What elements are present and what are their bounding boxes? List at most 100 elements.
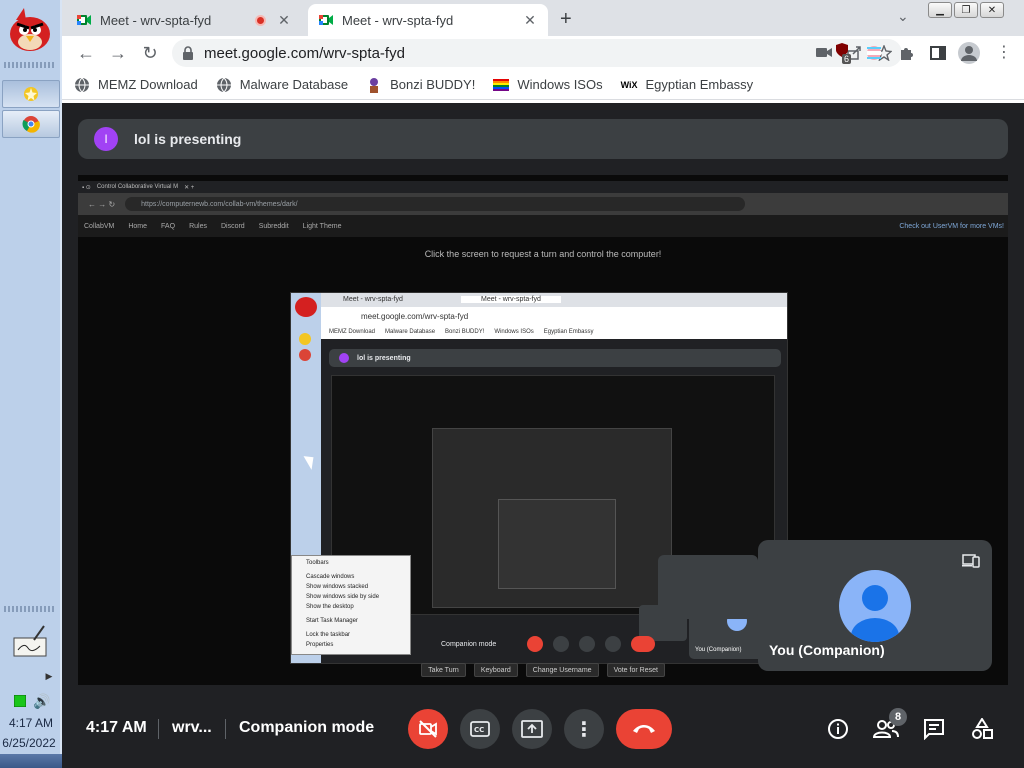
tray-expand-arrow[interactable]: ▶ — [44, 670, 54, 682]
vm-tab-2: Meet - wrv-spta-fyd — [461, 296, 561, 303]
keyboard-button: Keyboard — [473, 663, 518, 677]
activities-button[interactable] — [962, 709, 1002, 749]
hang-up-icon — [633, 725, 655, 733]
meeting-time: 4:17 AM — [86, 719, 147, 736]
vm-bookmark: MEMZ Download — [329, 329, 376, 335]
shared-address-bar: ← → ↻ https://computernewb.com/collab-vm… — [78, 193, 1008, 215]
collabvm-nav-item: Light Theme — [302, 222, 342, 230]
close-tab-icon[interactable]: ✕ — [276, 12, 292, 29]
more-options-button[interactable]: ⋮ — [564, 709, 604, 749]
close-tab-icon[interactable]: ✕ — [522, 12, 538, 29]
shared-tab: ▪ ⊙ Control Collaborative Virtual M ✕ + — [82, 181, 194, 193]
back-arrow-icon[interactable]: ← — [72, 39, 100, 67]
vm-bookmark: Bonzi BUDDY! — [445, 329, 485, 335]
network-tray-icon[interactable] — [13, 694, 27, 708]
vm-more-button — [605, 636, 621, 652]
tab-search-chevron-icon[interactable]: ⌄ — [897, 8, 909, 25]
collabvm-nav-item: Subreddit — [258, 222, 289, 230]
new-tab-icon[interactable]: + — [560, 8, 572, 31]
url-text: meet.google.com/wrv-spta-fyd — [204, 44, 405, 62]
browser-tab-1[interactable]: Meet - wrv-spta-fyd ✕ — [66, 4, 302, 36]
presenter-avatar: I — [94, 127, 118, 151]
taskbar-clock-date[interactable]: 6/25/2022 — [0, 736, 62, 750]
present-screen-icon — [521, 720, 543, 738]
camera-off-icon — [419, 720, 437, 738]
shared-nav-icons: ← → ↻ — [88, 199, 116, 209]
bookmark-label: Egyptian Embassy — [645, 77, 754, 92]
participants-count-badge: 8 — [889, 708, 907, 726]
present-now-button[interactable] — [512, 709, 552, 749]
chat-icon — [924, 719, 944, 740]
taskbar-clock-time[interactable]: 4:17 AM — [0, 716, 62, 730]
taskbar-button-pinned[interactable] — [2, 80, 60, 108]
vm-nested-share-2 — [432, 428, 672, 608]
globe-icon — [75, 77, 89, 93]
vm-end-call-button — [631, 636, 655, 652]
chrome-icon — [22, 116, 40, 133]
bookmark-bonzi-buddy[interactable]: Bonzi BUDDY! — [366, 77, 475, 93]
volume-tray-icon[interactable]: 🔊 — [33, 692, 51, 710]
minimize-icon[interactable]: ▁ — [928, 2, 952, 18]
chat-button[interactable] — [914, 709, 954, 749]
meeting-code[interactable]: wrv... — [172, 719, 212, 737]
bookmark-malware-database[interactable]: Malware Database — [216, 77, 348, 93]
forward-arrow-icon[interactable]: → — [104, 39, 132, 67]
browser-tab-2[interactable]: Meet - wrv-spta-fyd ✕ — [308, 4, 548, 36]
vm-menu-item: Show windows side by side — [306, 594, 380, 600]
bookmark-label: Malware Database — [239, 77, 349, 92]
ublock-extension-icon[interactable]: 6 — [834, 42, 854, 64]
meeting-details-button[interactable] — [818, 709, 858, 749]
bookmark-label: Bonzi BUDDY! — [390, 77, 476, 92]
bookmark-egyptian-embassy[interactable]: WiX Egyptian Embassy — [621, 77, 754, 92]
collabvm-nav-item: FAQ — [161, 222, 176, 230]
recording-indicator-icon — [255, 14, 266, 26]
info-icon — [828, 719, 848, 739]
vm-presenting-text: lol is presenting — [357, 354, 411, 362]
bookmark-windows-isos[interactable]: Windows ISOs — [493, 77, 603, 93]
vm-chrome-icon — [299, 349, 311, 361]
self-video-tile[interactable]: You (Companion) — [758, 540, 992, 671]
browser-menu-icon[interactable]: ⋮ — [996, 42, 1012, 64]
collabvm-navbar: CollabVM Home FAQ Rules Discord Subreddi… — [78, 215, 1008, 237]
profile-avatar-icon[interactable] — [958, 42, 980, 64]
vm-mouse-cursor-icon — [303, 452, 319, 470]
angry-bird-start-icon[interactable] — [6, 6, 54, 54]
camera-icon[interactable] — [816, 45, 832, 59]
people-button[interactable]: 8 — [866, 708, 907, 749]
shared-tab-strip: ▪ ⊙ Control Collaborative Virtual M ✕ + — [78, 181, 1008, 193]
shared-url: https://computernewb.com/collab-vm/theme… — [125, 197, 746, 211]
companion-mode-label: Companion mode — [239, 719, 375, 736]
star-app-icon — [24, 87, 38, 101]
lock-icon[interactable] — [182, 46, 194, 60]
captions-button[interactable]: CC — [460, 709, 500, 749]
meet-favicon-icon — [319, 15, 333, 25]
reload-icon[interactable]: ↻ — [136, 39, 164, 67]
vote-reset-button: Vote for Reset — [606, 663, 665, 677]
vm-menu-item: Toolbars — [306, 560, 329, 566]
pride-extension-icon[interactable] — [866, 45, 882, 61]
vm-bookmark: Windows ISOs — [494, 329, 534, 335]
taskbar-button-chrome[interactable] — [2, 110, 60, 138]
meet-page: I lol is presenting ▪ ⊙ Control Collabora… — [62, 103, 1024, 768]
window-controls: ▁ ❐ ✕ — [928, 2, 1004, 18]
more-vert-icon: ⋮ — [574, 718, 594, 741]
leave-call-button[interactable] — [616, 709, 672, 749]
presenting-text: lol is presenting — [134, 131, 242, 147]
vm-camera-button — [527, 636, 543, 652]
maximize-icon[interactable]: ❐ — [954, 2, 978, 18]
shared-tab-close-icon: ✕ + — [184, 184, 195, 191]
side-panel-icon[interactable] — [930, 45, 946, 61]
closed-captions-icon: CC — [470, 721, 490, 737]
divider — [225, 719, 226, 739]
companion-device-icon[interactable] — [962, 552, 980, 568]
bookmark-memz[interactable]: MEMZ Download — [74, 77, 198, 93]
close-window-icon[interactable]: ✕ — [980, 2, 1004, 18]
taskbar-bottom-strip — [0, 754, 62, 768]
vm-menu-item: Show windows stacked — [306, 584, 369, 590]
extensions-puzzle-icon[interactable] — [898, 45, 914, 61]
signature-app-icon[interactable] — [12, 624, 48, 658]
vm-mode-text: Companion mode — [441, 640, 497, 648]
address-bar[interactable]: meet.google.com/wrv-spta-fyd — [172, 39, 902, 67]
vm-menu-item: Lock the taskbar — [306, 632, 351, 638]
camera-off-button[interactable] — [408, 709, 448, 749]
